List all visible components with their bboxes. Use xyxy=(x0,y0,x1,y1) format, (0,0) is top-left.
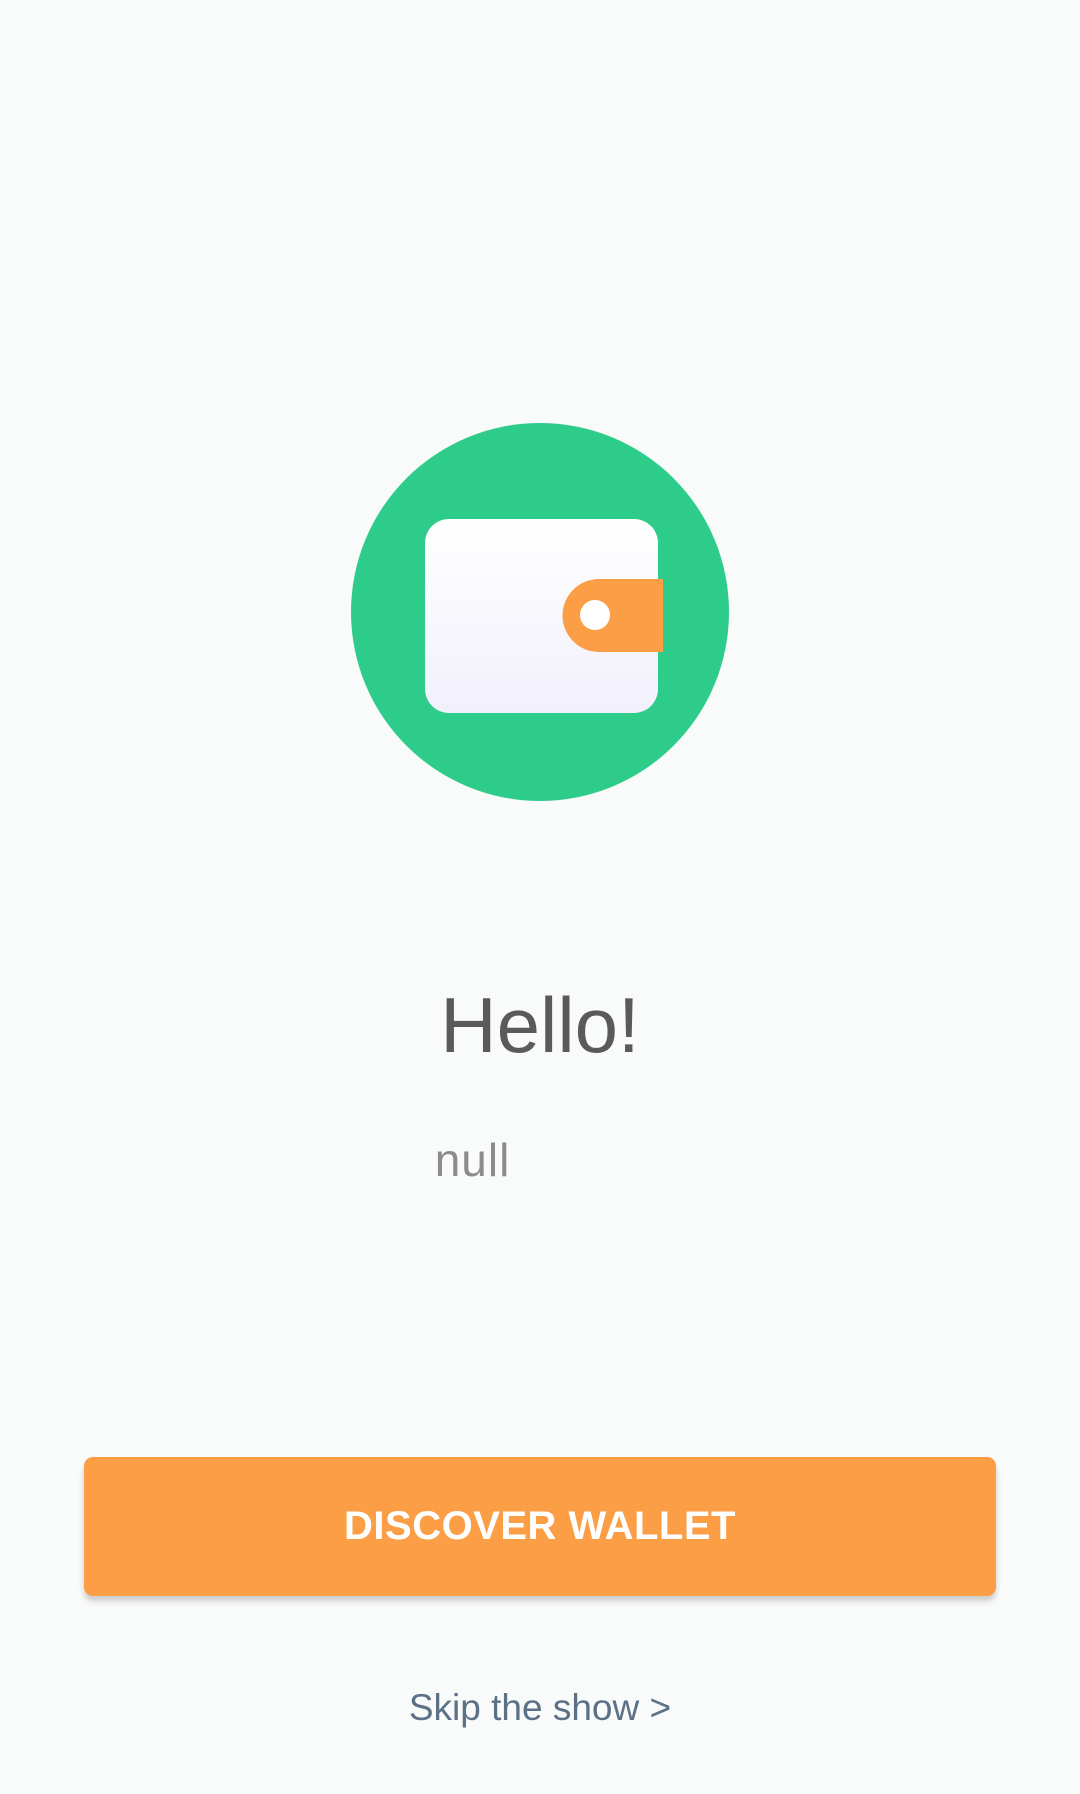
skip-the-show-link[interactable]: Skip the show > xyxy=(0,1686,1080,1730)
discover-wallet-button[interactable]: DISCOVER WALLET xyxy=(84,1457,996,1596)
greeting-title: Hello! xyxy=(440,981,640,1069)
wallet-logo-icon xyxy=(351,423,729,801)
greeting-subtitle: null xyxy=(434,1134,511,1186)
onboarding-screen: Hello! null DISCOVER WALLET Skip the sho… xyxy=(0,0,1080,1794)
